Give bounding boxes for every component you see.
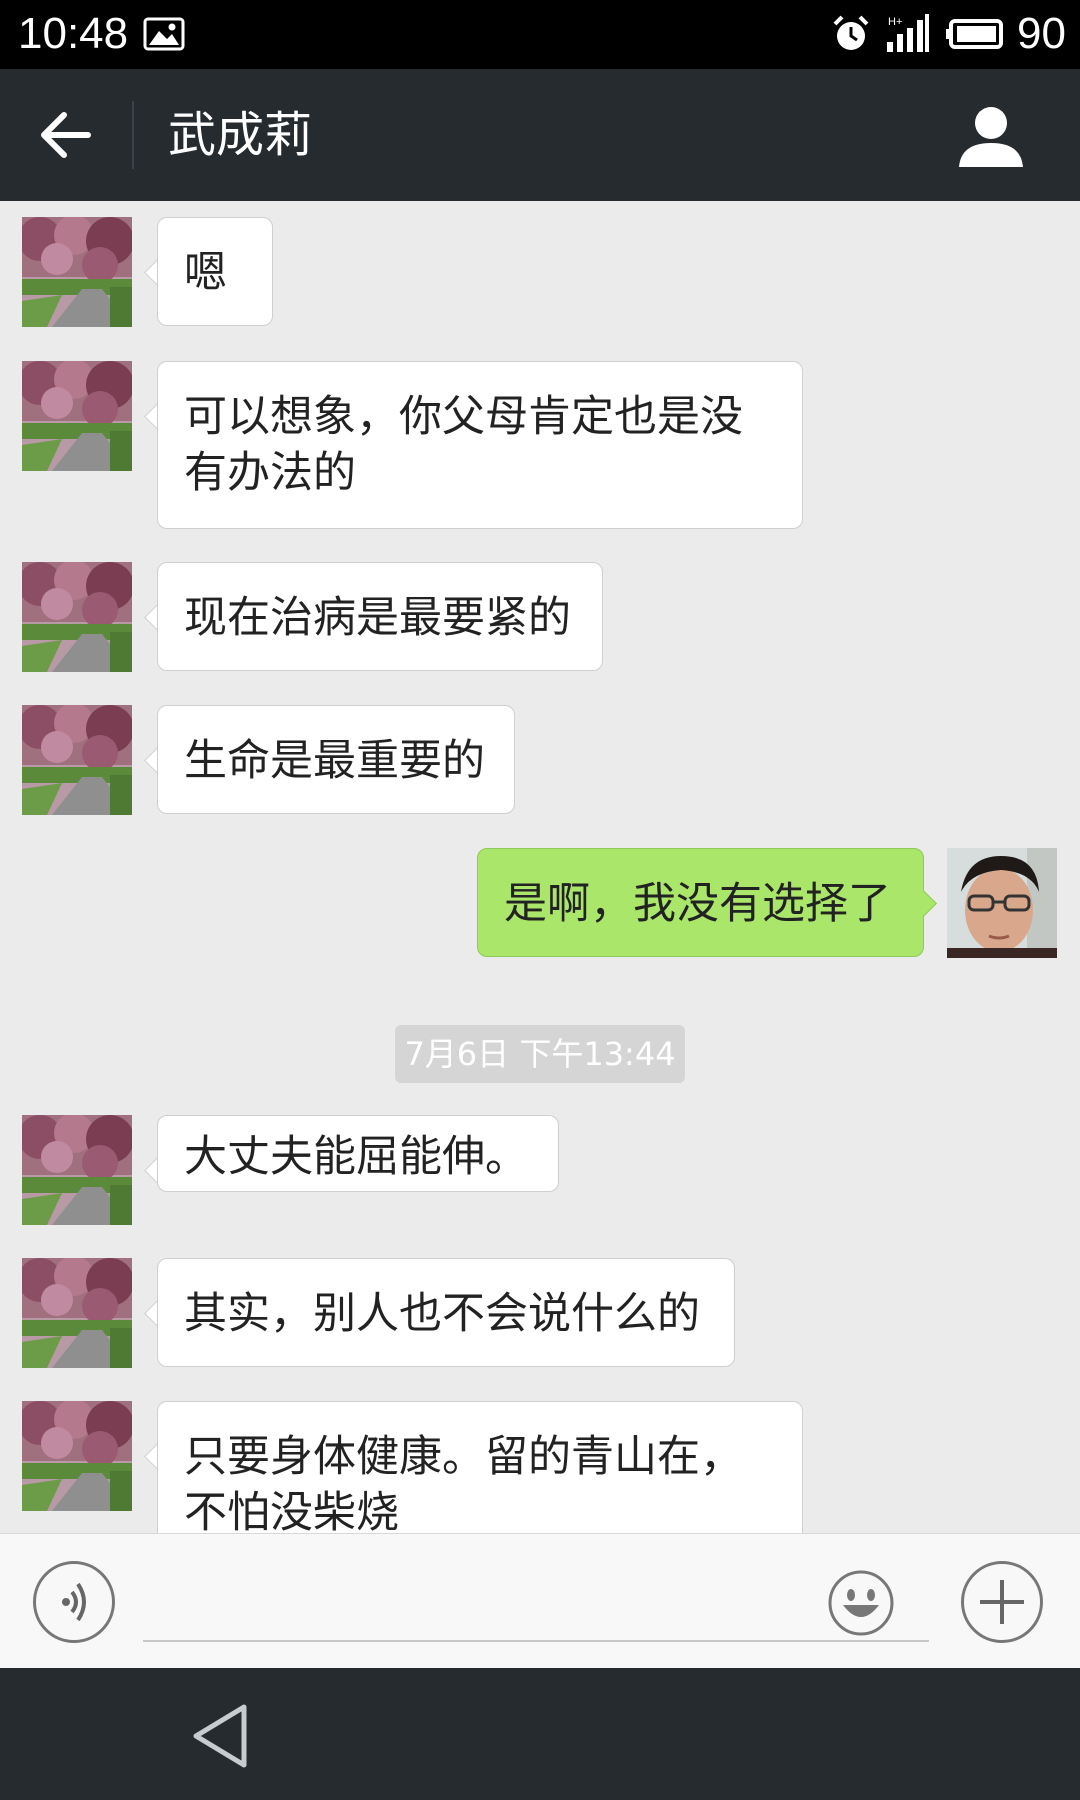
message-text: 其实，别人也不会说什么的 [184, 1289, 700, 1339]
system-navigation-bar [0, 1668, 1080, 1800]
message-bubble[interactable]: 只要身体健康。留的青山在，不怕没柴烧 [157, 1401, 803, 1533]
message-text: 可以想象，你父母肯定也是没有办法的 [184, 392, 743, 498]
message-incoming: 嗯 [0, 217, 1080, 327]
message-text: 嗯 [184, 248, 227, 298]
message-incoming: 现在治病是最要紧的 [0, 562, 1080, 672]
my-avatar[interactable] [947, 848, 1057, 958]
contact-avatar[interactable] [22, 1401, 132, 1511]
image-notification-icon [143, 17, 185, 51]
message-bubble[interactable]: 生命是最重要的 [157, 705, 515, 814]
status-time: 10:48 [18, 9, 129, 58]
contact-avatar[interactable] [22, 1258, 132, 1368]
message-incoming: 生命是最重要的 [0, 705, 1080, 815]
message-incoming: 大丈夫能屈能伸。 [0, 1115, 1080, 1225]
message-incoming: 其实，别人也不会说什么的 [0, 1258, 1080, 1368]
contact-avatar[interactable] [22, 217, 132, 327]
message-incoming: 可以想象，你父母肯定也是没有办法的 [0, 361, 1080, 529]
message-bubble[interactable]: 是啊，我没有选择了 [477, 848, 924, 957]
plus-icon [980, 1580, 1024, 1624]
message-incoming: 只要身体健康。留的青山在，不怕没柴烧 [0, 1401, 1080, 1533]
message-bubble[interactable]: 现在治病是最要紧的 [157, 562, 603, 671]
message-outgoing: 是啊，我没有选择了 [0, 848, 1080, 958]
more-button[interactable] [961, 1561, 1043, 1643]
status-right: H+ 90 [831, 8, 1066, 60]
message-input[interactable] [143, 1566, 929, 1642]
smiley-icon[interactable] [827, 1569, 895, 1637]
chat-messages[interactable]: 嗯 可以想象，你父母肯定也是没有办法的 现在治病是最要紧的 生命是最重要的 是啊… [0, 201, 1080, 1533]
message-bubble[interactable]: 可以想象，你父母肯定也是没有办法的 [157, 361, 803, 529]
voice-button[interactable] [33, 1561, 115, 1643]
status-bar: 10:48 H+ 90 [0, 0, 1080, 69]
message-text: 现在治病是最要紧的 [184, 593, 571, 643]
person-icon[interactable] [955, 105, 1027, 169]
chat-header: 武成莉 [0, 69, 1080, 201]
message-text: 大丈夫能屈能伸。 [184, 1132, 528, 1182]
contact-name: 武成莉 [168, 107, 313, 163]
voice-icon [62, 1582, 86, 1622]
message-bubble[interactable]: 大丈夫能屈能伸。 [157, 1115, 559, 1192]
contact-avatar[interactable] [22, 1115, 132, 1225]
input-bar [0, 1533, 1080, 1669]
battery-icon [946, 19, 1004, 49]
message-bubble[interactable]: 嗯 [157, 217, 273, 326]
signal-icon: H+ [887, 14, 930, 52]
message-text: 生命是最重要的 [184, 736, 485, 786]
message-bubble[interactable]: 其实，别人也不会说什么的 [157, 1258, 735, 1367]
message-text: 只要身体健康。留的青山在，不怕没柴烧 [184, 1432, 743, 1533]
triangle-back-icon[interactable] [190, 1703, 254, 1769]
header-divider [132, 101, 134, 169]
svg-text:H+: H+ [888, 16, 902, 28]
contact-avatar[interactable] [22, 562, 132, 672]
back-arrow-icon[interactable] [34, 105, 96, 165]
alarm-icon [833, 15, 869, 50]
contact-avatar[interactable] [22, 705, 132, 815]
message-text: 是啊，我没有选择了 [504, 879, 891, 929]
message-timestamp: 7月6日 下午13:44 [395, 1025, 685, 1083]
battery-level: 90 [1017, 9, 1066, 58]
contact-avatar[interactable] [22, 361, 132, 471]
